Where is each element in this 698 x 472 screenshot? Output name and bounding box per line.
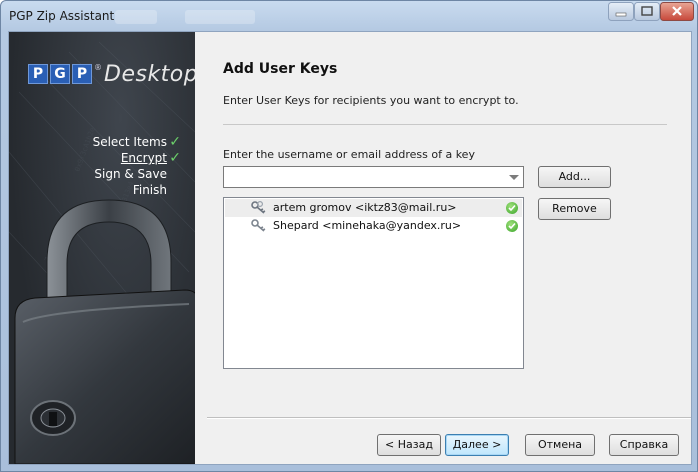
key-search-label: Enter the username or email address of a… — [223, 148, 475, 161]
title-bar[interactable]: PGP Zip Assistant — [1, 1, 697, 31]
keyhole-icon — [49, 412, 57, 426]
step-sign-save: Sign & Save — [9, 166, 181, 182]
logo-letter: G — [50, 64, 70, 84]
cancel-button[interactable]: Отмена — [525, 434, 595, 456]
key-pair-icon — [251, 201, 266, 214]
step-encrypt: Encrypt ✓ — [9, 150, 181, 166]
maximize-button[interactable] — [634, 2, 660, 21]
logo-registered-mark: ® — [94, 63, 102, 72]
app-window: PGP Zip Assistant 0x9f3cA1b2e P G P ® De… — [0, 0, 698, 472]
step-label: Select Items — [92, 135, 167, 149]
step-select-items: Select Items ✓ — [9, 134, 181, 150]
logo-letter: P — [28, 64, 48, 84]
step-label: Encrypt — [120, 151, 167, 165]
next-button[interactable]: Далее > — [445, 434, 509, 456]
background-taskbar-ghost — [185, 10, 255, 24]
window-title: PGP Zip Assistant — [9, 9, 115, 23]
help-button[interactable]: Справка — [609, 434, 679, 456]
minimize-icon — [615, 12, 627, 17]
padlock-illustration — [14, 199, 195, 464]
checkmark-icon: ✓ — [169, 150, 181, 166]
logo-wordmark: Desktop — [104, 61, 195, 87]
key-list-item[interactable]: artem gromov <iktz83@mail.ru> — [225, 199, 522, 217]
pgp-desktop-logo: P G P ® Desktop — [28, 61, 195, 87]
add-button[interactable]: Add... — [538, 166, 611, 188]
back-button[interactable]: < Назад — [377, 434, 441, 456]
public-key-icon — [251, 219, 266, 232]
key-user-id: Shepard <minehaka@yandex.ru> — [273, 219, 462, 232]
valid-check-icon — [506, 220, 518, 232]
wizard-content: Add User Keys Enter User Keys for recipi… — [195, 32, 691, 464]
logo-letter: P — [72, 64, 92, 84]
page-title: Add User Keys — [223, 61, 338, 77]
checkmark-icon: ✓ — [169, 134, 181, 150]
recipient-key-list[interactable]: artem gromov <iktz83@mail.ru> Shepard <m… — [223, 197, 524, 369]
minimize-button[interactable] — [608, 2, 634, 21]
key-user-id: artem gromov <iktz83@mail.ru> — [273, 201, 457, 214]
background-taskbar-ghost — [115, 10, 157, 24]
step-label: Sign & Save — [94, 167, 167, 181]
wizard-side-panel: 0x9f3cA1b2e 6bbf3313e4 7d0a2c9fc5 1aae8d… — [9, 32, 195, 464]
key-list-item[interactable]: Shepard <minehaka@yandex.ru> — [225, 217, 522, 235]
chevron-down-icon[interactable] — [509, 175, 519, 180]
divider — [223, 124, 667, 125]
footer-divider-highlight — [207, 418, 691, 419]
remove-button[interactable]: Remove — [538, 198, 611, 220]
wizard-client-area: 0x9f3cA1b2e 6bbf3313e4 7d0a2c9fc5 1aae8d… — [8, 31, 692, 465]
key-search-combobox[interactable] — [223, 166, 524, 188]
page-description: Enter User Keys for recipients you want … — [223, 94, 519, 107]
valid-check-icon — [506, 202, 518, 214]
close-button[interactable] — [660, 2, 694, 21]
